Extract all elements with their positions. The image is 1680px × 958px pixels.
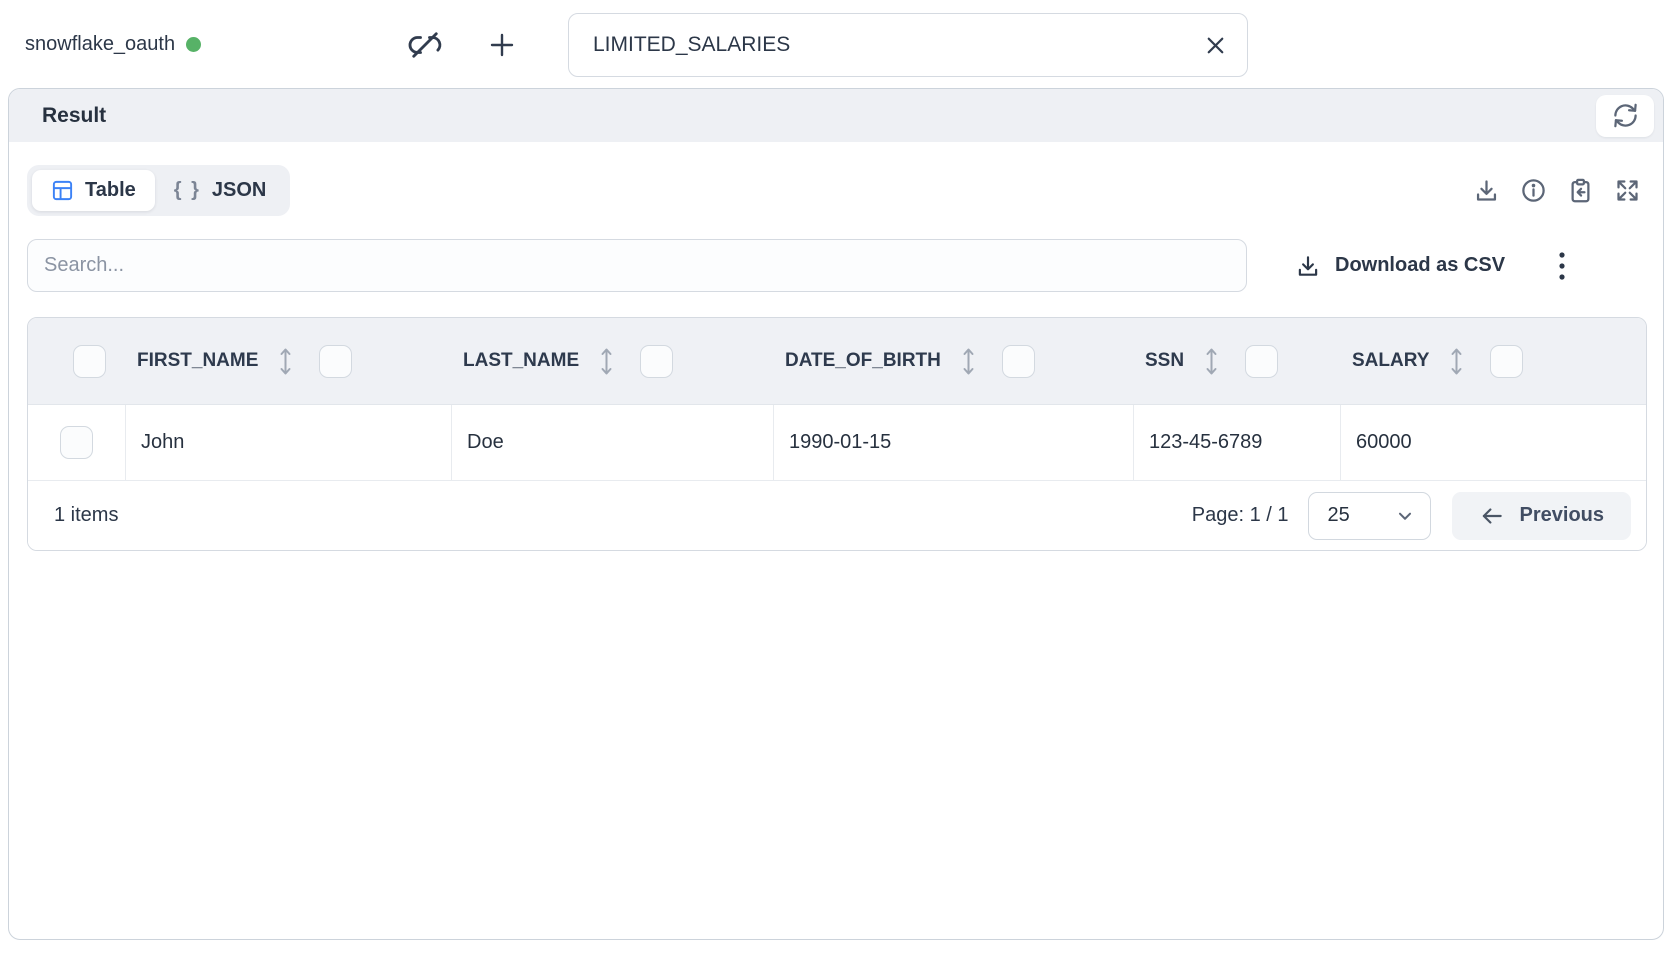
table-row[interactable]: John Doe 1990-01-15 123-45-6789 60000 bbox=[28, 405, 1646, 480]
table-header-cell bbox=[28, 318, 125, 404]
download-csv-button[interactable]: Download as CSV bbox=[1295, 253, 1505, 279]
top-bar: snowflake_oauth bbox=[0, 0, 1680, 88]
table-cell: 123-45-6789 bbox=[1133, 405, 1340, 480]
download-icon bbox=[1473, 177, 1500, 204]
refresh-button[interactable] bbox=[1596, 95, 1654, 137]
sort-icon[interactable] bbox=[961, 346, 976, 377]
table-footer: 1 items Page: 1 / 1 25 bbox=[28, 480, 1646, 550]
search-input[interactable] bbox=[44, 254, 1230, 277]
sort-icon[interactable] bbox=[1449, 346, 1464, 377]
select-all-checkbox[interactable] bbox=[73, 345, 106, 378]
table-header-cell: SSN bbox=[1133, 318, 1340, 404]
column-checkbox[interactable] bbox=[1490, 345, 1523, 378]
app-window: snowflake_oauth bbox=[0, 0, 1680, 958]
connection-label: snowflake_oauth bbox=[25, 0, 201, 88]
row-checkbox[interactable] bbox=[60, 426, 93, 459]
items-count: 1 items bbox=[54, 504, 118, 527]
table-cell bbox=[28, 405, 125, 480]
result-info-button[interactable] bbox=[1520, 177, 1547, 204]
plus-icon bbox=[486, 29, 518, 61]
fullscreen-button[interactable] bbox=[1614, 177, 1641, 204]
unlink-button[interactable] bbox=[405, 26, 445, 64]
more-options-button[interactable] bbox=[1555, 249, 1569, 283]
clear-table-name-button[interactable] bbox=[1202, 32, 1229, 59]
download-icon bbox=[1295, 253, 1321, 279]
sort-icon[interactable] bbox=[1204, 346, 1219, 377]
tab-table-label: Table bbox=[85, 179, 136, 202]
result-panel: Result bbox=[8, 88, 1664, 940]
view-toolbar: Table { } JSON bbox=[9, 165, 1663, 216]
table-header-cell: LAST_NAME bbox=[451, 318, 773, 404]
table-name-field bbox=[568, 13, 1248, 77]
result-table: FIRST_NAME LAST_NAME bbox=[27, 317, 1647, 551]
tab-json[interactable]: { } JSON bbox=[155, 170, 286, 211]
column-header-label: SALARY bbox=[1352, 350, 1429, 372]
arrow-left-icon bbox=[1479, 503, 1505, 529]
result-tool-icons bbox=[1473, 177, 1645, 204]
panel-title: Result bbox=[42, 104, 106, 128]
clipboard-paste-icon bbox=[1567, 177, 1594, 204]
column-header-label: LAST_NAME bbox=[463, 350, 579, 372]
column-checkbox[interactable] bbox=[1245, 345, 1278, 378]
page-size-select[interactable]: 25 bbox=[1308, 492, 1431, 540]
sort-icon[interactable] bbox=[278, 346, 293, 377]
column-checkbox[interactable] bbox=[1002, 345, 1035, 378]
table-cell: 60000 bbox=[1340, 405, 1646, 480]
previous-page-button[interactable]: Previous bbox=[1452, 492, 1631, 540]
previous-label: Previous bbox=[1520, 504, 1604, 527]
search-field bbox=[27, 239, 1247, 292]
table-icon bbox=[51, 179, 74, 202]
page-indicator: Page: 1 / 1 bbox=[1192, 504, 1289, 527]
table-cell: John bbox=[125, 405, 451, 480]
chevron-down-icon bbox=[1394, 505, 1416, 527]
column-checkbox[interactable] bbox=[319, 345, 352, 378]
copy-to-clipboard-button[interactable] bbox=[1567, 177, 1594, 204]
table-header-cell: FIRST_NAME bbox=[125, 318, 451, 404]
view-toggle-group: Table { } JSON bbox=[27, 165, 290, 216]
refresh-icon bbox=[1612, 102, 1639, 129]
column-header-label: SSN bbox=[1145, 350, 1184, 372]
table-header-row: FIRST_NAME LAST_NAME bbox=[28, 318, 1646, 405]
column-header-label: DATE_OF_BIRTH bbox=[785, 350, 941, 372]
add-tab-button[interactable] bbox=[482, 26, 522, 64]
close-icon bbox=[1202, 32, 1229, 59]
connection-status-dot bbox=[186, 37, 201, 52]
table-header-cell: DATE_OF_BIRTH bbox=[773, 318, 1133, 404]
result-panel-header: Result bbox=[9, 89, 1663, 142]
kebab-icon bbox=[1555, 249, 1569, 283]
braces-icon: { } bbox=[174, 179, 201, 202]
column-header-label: FIRST_NAME bbox=[137, 350, 258, 372]
table-name-input[interactable] bbox=[593, 33, 1202, 57]
table-header-cell: SALARY bbox=[1340, 318, 1646, 404]
table-cell: 1990-01-15 bbox=[773, 405, 1133, 480]
sort-icon[interactable] bbox=[599, 346, 614, 377]
connection-name: snowflake_oauth bbox=[25, 33, 175, 56]
info-icon bbox=[1520, 177, 1547, 204]
search-toolbar: Download as CSV bbox=[9, 239, 1663, 292]
download-csv-label: Download as CSV bbox=[1335, 254, 1505, 277]
table-cell: Doe bbox=[451, 405, 773, 480]
download-result-button[interactable] bbox=[1473, 177, 1500, 204]
tab-json-label: JSON bbox=[212, 179, 266, 202]
expand-icon bbox=[1614, 177, 1641, 204]
unlink-icon bbox=[407, 27, 443, 63]
page-size-value: 25 bbox=[1328, 504, 1350, 527]
column-checkbox[interactable] bbox=[640, 345, 673, 378]
tab-table[interactable]: Table bbox=[32, 170, 155, 211]
